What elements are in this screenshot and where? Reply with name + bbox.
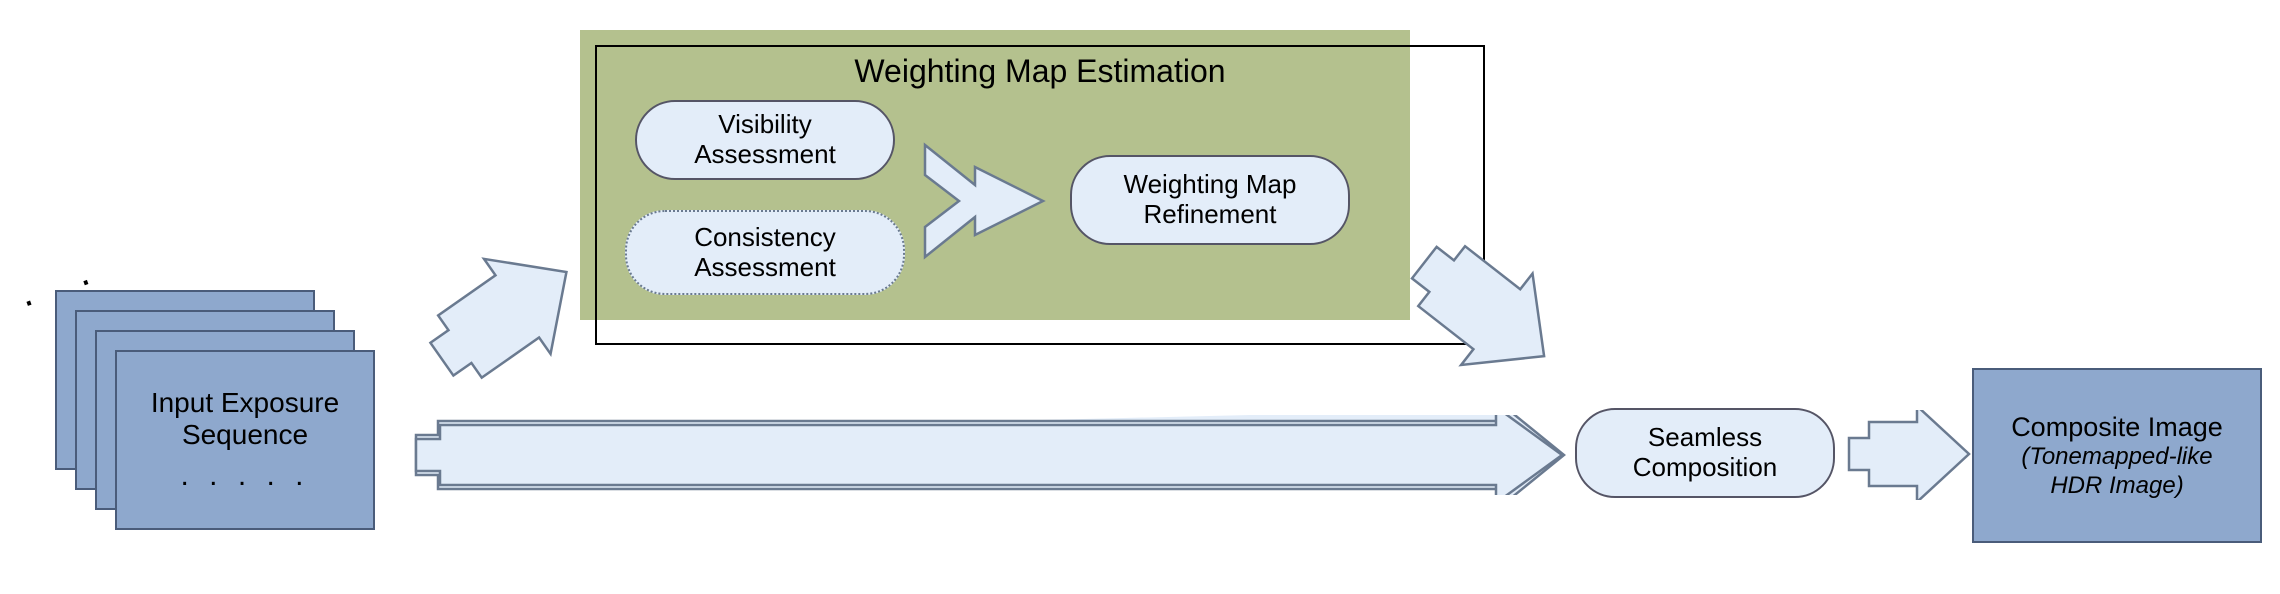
seamless-line2: Composition bbox=[1633, 452, 1778, 482]
input-card-front: Input Exposure Sequence . . . . . bbox=[115, 350, 375, 530]
refinement-line1: Weighting Map bbox=[1124, 169, 1297, 199]
refinement-line2: Refinement bbox=[1144, 199, 1277, 229]
input-title-2: Sequence bbox=[182, 419, 308, 451]
input-title-1: Input Exposure bbox=[151, 387, 339, 419]
output-line3: HDR Image bbox=[2050, 472, 2175, 499]
arrow-up-right-icon bbox=[420, 235, 590, 395]
output-line2b: Tonemapped-like bbox=[2029, 443, 2212, 470]
consistency-pill: Consistency Assessment bbox=[625, 210, 905, 295]
consistency-line1: Consistency bbox=[694, 222, 836, 252]
visibility-line1: Visibility bbox=[718, 109, 811, 139]
seamless-pill: Seamless Composition bbox=[1575, 408, 1835, 498]
output-box: Composite Image (Tonemapped-like HDR Ima… bbox=[1972, 368, 2262, 543]
output-paren-close: ) bbox=[2176, 472, 2184, 499]
visibility-line2: Assessment bbox=[694, 139, 836, 169]
refinement-pill: Weighting Map Refinement bbox=[1070, 155, 1350, 245]
merge-arrow-icon bbox=[915, 135, 1055, 275]
diagram-canvas: . . . Input Exposure Sequence . . . . . … bbox=[0, 0, 2280, 594]
ellipsis-bottom: . . . . . bbox=[180, 459, 309, 493]
arrow-long-right-icon bbox=[410, 415, 1570, 495]
seamless-line1: Seamless bbox=[1648, 422, 1762, 452]
consistency-line2: Assessment bbox=[694, 252, 836, 282]
arrow-right-icon bbox=[1845, 410, 1975, 500]
output-line1: Composite Image bbox=[2011, 411, 2223, 443]
wme-title: Weighting Map Estimation bbox=[597, 53, 1483, 90]
arrow-down-right-icon bbox=[1400, 225, 1570, 395]
visibility-pill: Visibility Assessment bbox=[635, 100, 895, 180]
